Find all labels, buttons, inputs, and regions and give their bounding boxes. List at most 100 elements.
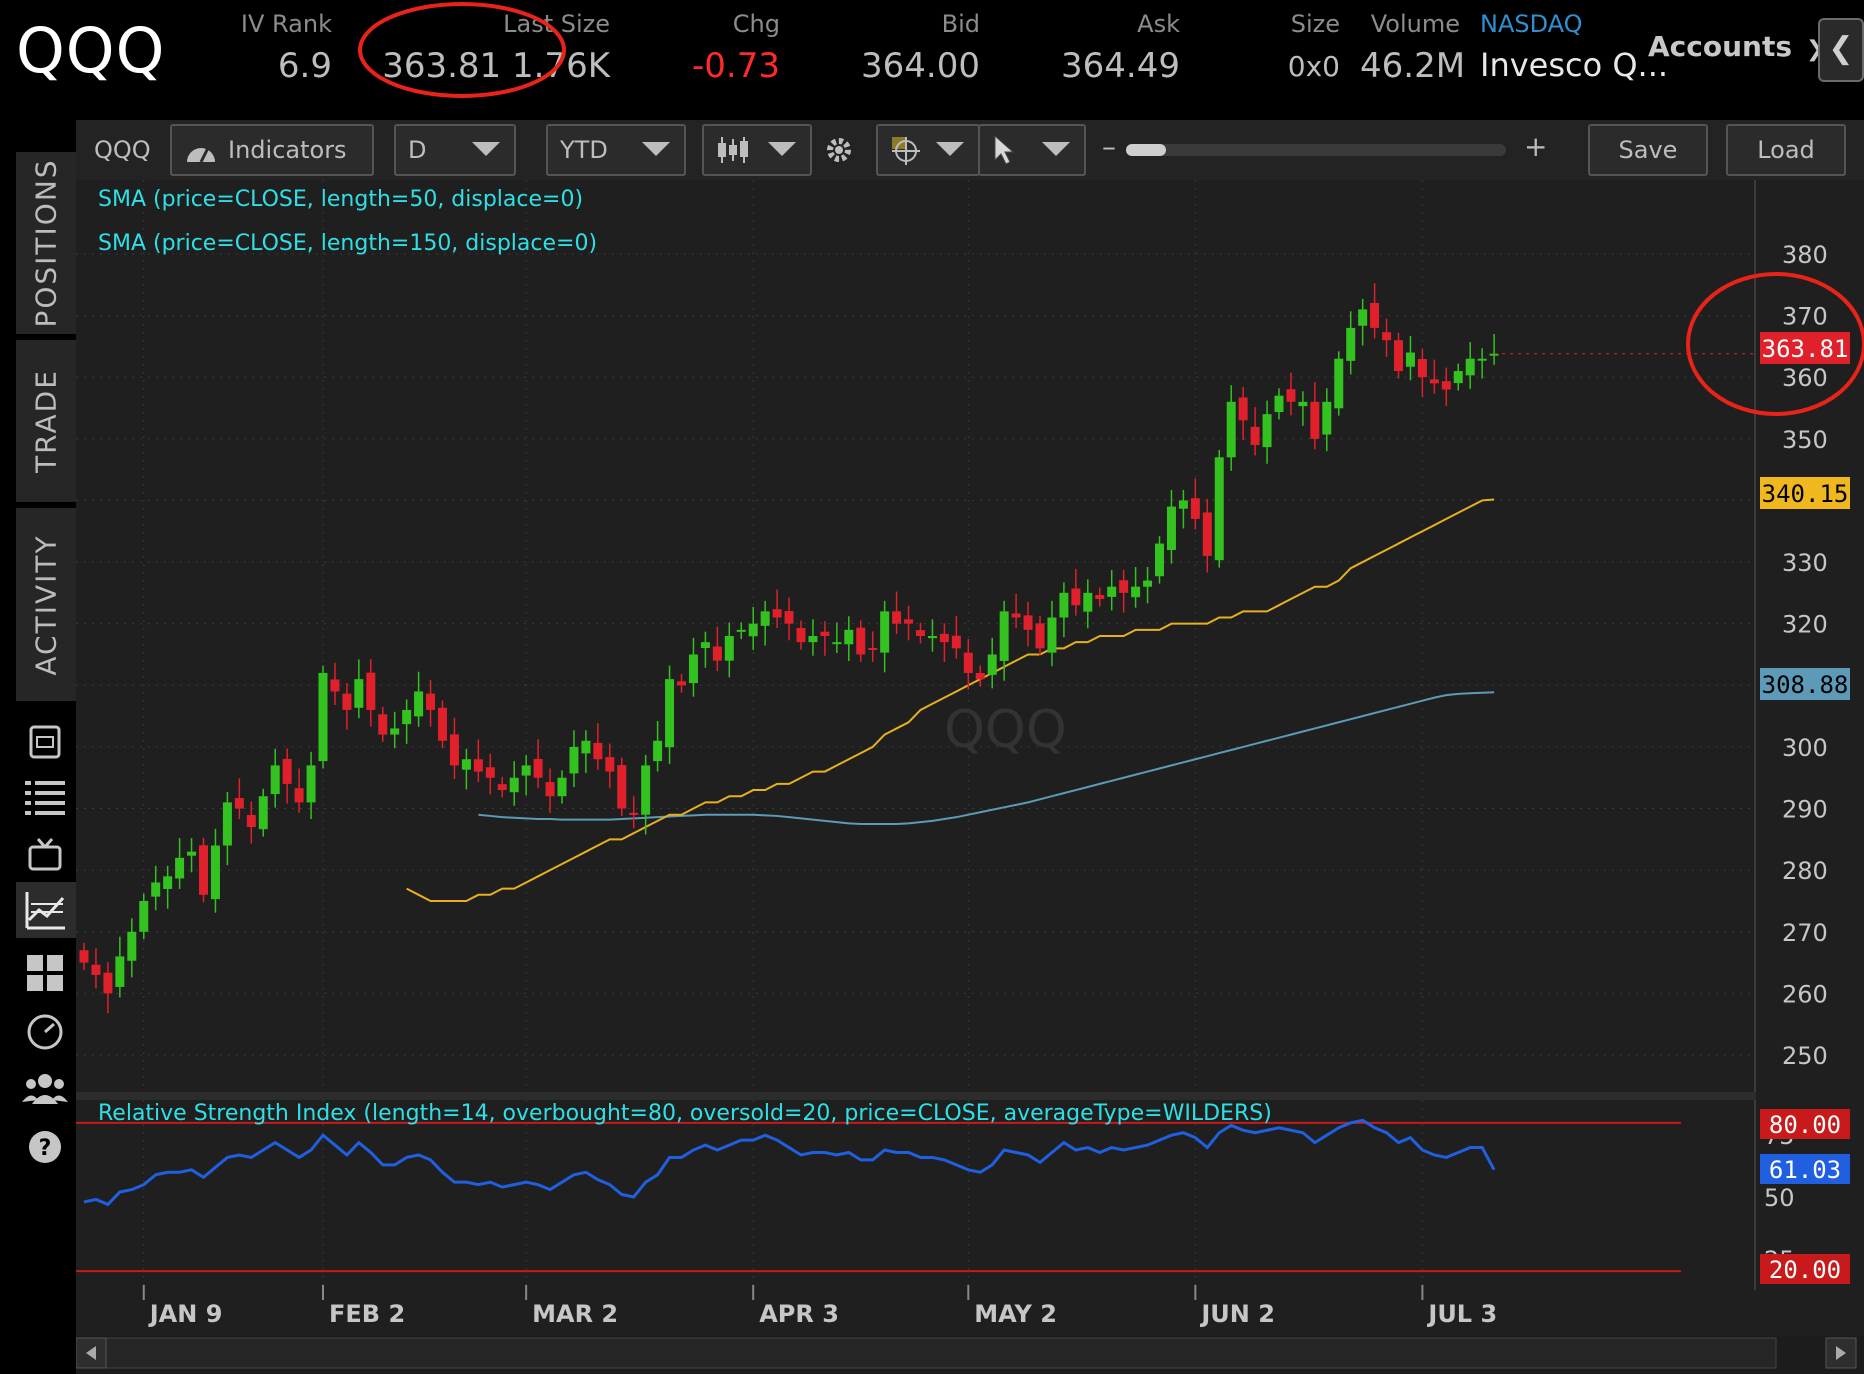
candle-body: [856, 627, 866, 655]
scroll-left-button[interactable]: [76, 1337, 107, 1369]
indicators-label: Indicators: [228, 136, 347, 164]
exchange-field: NASDAQ Invesco Q...: [1480, 10, 1668, 84]
candle-body: [665, 679, 675, 748]
chevron-left-icon: ❮: [1828, 31, 1854, 66]
price-tick-label: 350: [1782, 426, 1828, 454]
size-value: 0x0: [1287, 50, 1340, 83]
study-label-sma150[interactable]: SMA (price=CLOSE, length=150, displace=0…: [98, 231, 597, 256]
drawing-tools-dropdown[interactable]: [876, 124, 980, 176]
chevron-down-icon: [642, 142, 670, 156]
candle-body: [1238, 397, 1248, 421]
collapse-panel-button[interactable]: ❮: [1818, 18, 1864, 82]
candle-body: [545, 782, 555, 797]
speedometer-icon[interactable]: [20, 1007, 70, 1057]
chart-toolbar: QQQ Indicators D YTD – + Save Load: [76, 120, 1864, 180]
candle-body: [426, 693, 436, 710]
aggregation-dropdown[interactable]: D: [394, 124, 516, 176]
candle-body: [258, 796, 268, 830]
candle-body: [449, 734, 459, 766]
tab-positions[interactable]: POSITIONS: [16, 152, 76, 337]
list-icon[interactable]: [20, 772, 70, 822]
volume-field: Volume 46.2M: [1360, 10, 1465, 86]
candle-body: [222, 802, 232, 846]
candle-body: [1298, 401, 1308, 407]
last-price-badge: 363.81: [1760, 332, 1850, 364]
last-size-value: 363.81 1.76K: [382, 46, 610, 86]
pane-separator[interactable]: [76, 1092, 1756, 1100]
save-button[interactable]: Save: [1588, 124, 1708, 176]
candle-body: [605, 757, 615, 772]
last-price-badge-text: 363.81: [1762, 335, 1849, 363]
people-icon[interactable]: [20, 1064, 70, 1114]
indicators-button[interactable]: Indicators: [170, 124, 374, 176]
candle-body: [1477, 358, 1487, 361]
candle-body: [1370, 302, 1380, 328]
bid-label: Bid: [941, 10, 980, 38]
candle-body: [533, 758, 543, 778]
chg-field: Chg -0.73: [660, 10, 780, 86]
tab-trade-label: TRADE: [29, 369, 63, 473]
iv-rank-value: 6.9: [277, 46, 332, 86]
exchange-label: NASDAQ: [1480, 10, 1583, 38]
date-tick-label: FEB 2: [329, 1300, 405, 1328]
zoom-out-button[interactable]: –: [1102, 130, 1116, 163]
candle-body: [1417, 359, 1427, 378]
zoom-slider-thumb[interactable]: [1126, 144, 1166, 156]
chart-canvas[interactable]: 250260270280290300320330350360370380 755…: [76, 120, 1864, 1374]
zoom-in-button[interactable]: +: [1524, 130, 1547, 163]
date-tick-label: JAN 9: [148, 1300, 223, 1328]
volume-label: Volume: [1370, 10, 1460, 38]
tab-trade[interactable]: TRADE: [16, 340, 76, 505]
candle-body: [509, 777, 519, 793]
accounts-button[interactable]: Accounts ❯: [1648, 30, 1824, 63]
candle-body: [557, 777, 567, 797]
gear-icon[interactable]: [816, 124, 866, 176]
price-tick-label: 260: [1782, 980, 1828, 1008]
zoom-slider[interactable]: [1126, 144, 1506, 156]
quote-symbol[interactable]: QQQ: [16, 14, 165, 87]
candle-body: [569, 746, 579, 774]
chevron-down-icon: [936, 142, 964, 156]
tab-activity[interactable]: ACTIVITY: [16, 508, 76, 704]
candle-body: [282, 758, 292, 784]
horizontal-scrollbar[interactable]: [76, 1337, 1777, 1369]
candle-body: [1107, 586, 1117, 597]
study-label-rsi[interactable]: Relative Strength Index (length=14, over…: [98, 1101, 1272, 1126]
candle-body: [234, 798, 244, 809]
tab-positions-label: POSITIONS: [29, 158, 63, 328]
price-tick-label: 320: [1782, 611, 1828, 639]
candle-body: [485, 767, 495, 778]
price-tick-label: 380: [1782, 241, 1828, 269]
chevron-down-icon: [768, 142, 796, 156]
candle-body: [772, 609, 782, 618]
last-size-field: Last Size 363.81 1.76K: [380, 10, 610, 86]
cursor-mode-dropdown[interactable]: [978, 124, 1086, 176]
candle-body: [1322, 401, 1332, 435]
candle-body: [868, 648, 878, 651]
candle-body: [760, 611, 770, 626]
load-button[interactable]: Load: [1726, 124, 1846, 176]
study-label-sma50[interactable]: SMA (price=CLOSE, length=50, displace=0): [98, 187, 583, 212]
candle-body: [187, 851, 197, 856]
chart-icon[interactable]: [16, 882, 76, 938]
candle-body: [1394, 340, 1403, 372]
chart-style-dropdown[interactable]: [702, 124, 812, 176]
toolbar-symbol[interactable]: QQQ: [86, 124, 156, 176]
candle-body: [1047, 617, 1057, 653]
help-icon[interactable]: ?: [20, 1122, 70, 1172]
rsi-oversold-badge: 20.00: [1760, 1254, 1850, 1284]
candle-body: [1023, 615, 1033, 630]
candle-body: [521, 765, 531, 776]
chg-label: Chg: [732, 10, 780, 38]
monitor-icon[interactable]: [20, 717, 70, 767]
candle-body: [629, 812, 639, 815]
candle-body: [139, 900, 149, 932]
grid-icon[interactable]: [20, 948, 70, 998]
candle-body: [844, 629, 854, 645]
scroll-right-button[interactable]: [1825, 1337, 1857, 1369]
candle-body: [700, 642, 710, 649]
tv-icon[interactable]: [20, 829, 70, 879]
candle-body: [999, 611, 1009, 661]
timeframe-dropdown[interactable]: YTD: [546, 124, 686, 176]
candle-body: [461, 759, 471, 770]
